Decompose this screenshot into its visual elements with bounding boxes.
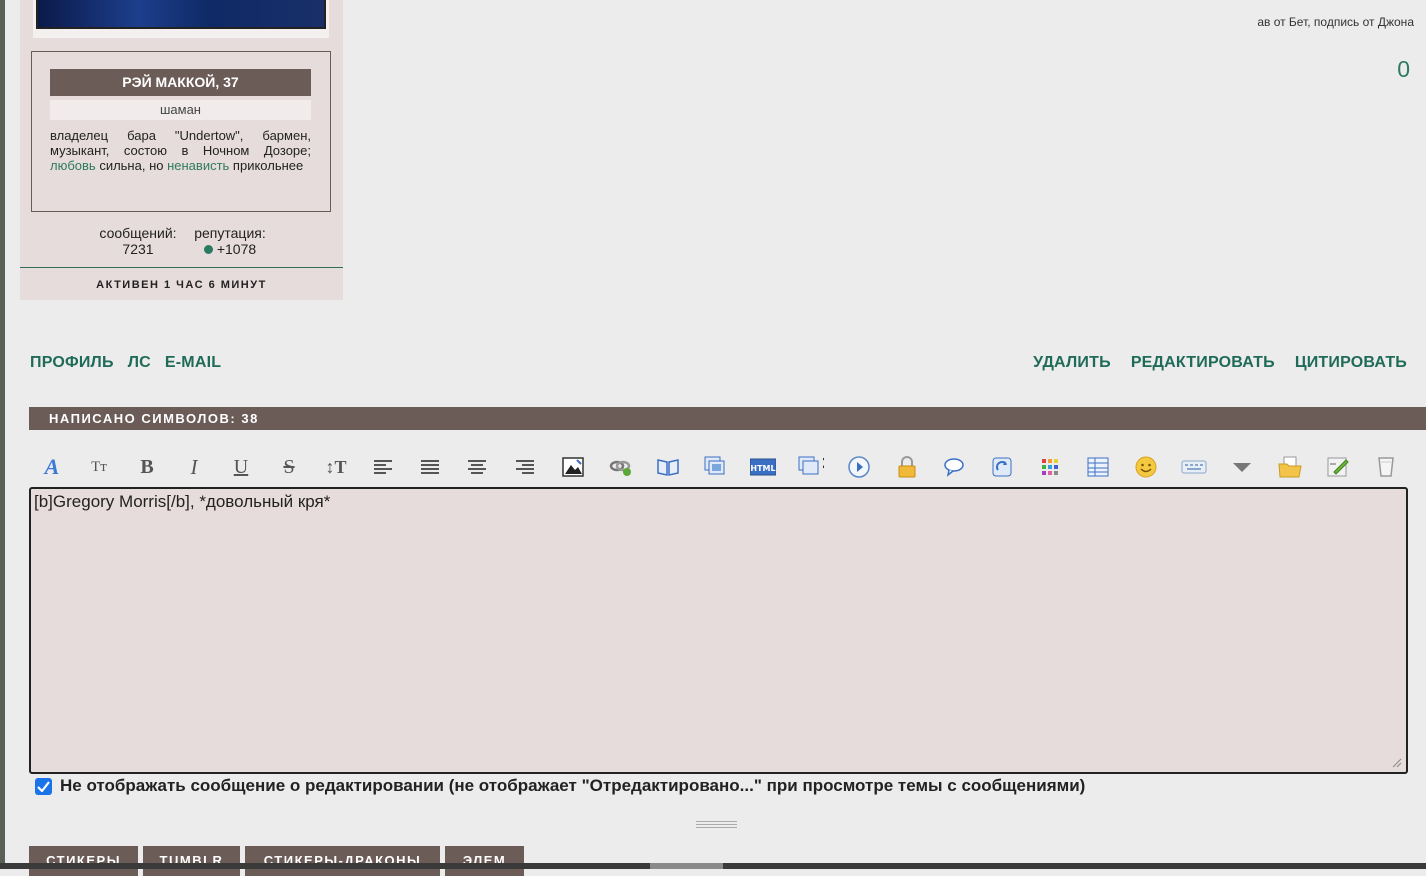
keyboard-icon[interactable] <box>1181 454 1207 480</box>
message-textarea[interactable]: [b]Gregory Morris[/b], *довольный кря* <box>29 487 1408 774</box>
tab-stickers[interactable]: СТИКЕРЫ <box>29 846 138 876</box>
align-left-icon[interactable] <box>371 454 397 480</box>
strikethrough-icon[interactable]: S <box>276 454 302 480</box>
scrollbar-thumb[interactable] <box>650 863 723 869</box>
edit-icon[interactable] <box>1325 454 1351 480</box>
avatar-frame <box>33 0 329 38</box>
lock-icon[interactable] <box>894 454 920 480</box>
glass-icon[interactable] <box>1373 454 1399 480</box>
reputation-dot-icon <box>203 245 213 254</box>
posts-label: сообщений: <box>99 225 177 241</box>
link-icon[interactable] <box>608 454 634 480</box>
tab-dragon-stickers[interactable]: СТИКЕРЫ-ДРАКОНЫ <box>245 846 440 876</box>
hide-edit-checkbox[interactable] <box>35 777 52 795</box>
align-justify-icon[interactable] <box>418 454 444 480</box>
folder-icon[interactable] <box>1277 454 1303 480</box>
desc-text: владелец бара "Undertow", бармен, музыка… <box>50 128 311 158</box>
post-links-left: ПРОФИЛЬ ЛС E-MAIL <box>30 354 235 372</box>
resize-grip-icon[interactable] <box>1392 758 1402 768</box>
profile-sidebar: РЭЙ МАККОЙ, 37 шаман владелец бара "Unde… <box>20 0 343 300</box>
copy-2-icon[interactable]: 2 <box>798 454 824 480</box>
left-border <box>0 0 5 869</box>
resize-splitter[interactable] <box>696 821 737 829</box>
font-color-icon[interactable]: A <box>39 454 65 480</box>
quote-link[interactable]: ЦИТИРОВАТЬ <box>1295 354 1407 371</box>
play-icon[interactable] <box>846 454 872 480</box>
smiley-icon[interactable] <box>1133 454 1159 480</box>
gallery-icon[interactable] <box>703 454 729 480</box>
reputation-value-wrap: +1078 <box>189 241 271 257</box>
profile-description: владелец бара "Undertow", бармен, музыка… <box>50 128 311 173</box>
profile-role: шаман <box>50 100 311 120</box>
dropdown-icon[interactable] <box>1229 454 1255 480</box>
profile-link[interactable]: ПРОФИЛЬ <box>30 354 114 371</box>
desc-text: сильна, но <box>95 158 168 173</box>
post-counter: 0 <box>1397 56 1410 82</box>
avatar <box>36 0 326 29</box>
desc-text: прикольнее <box>229 158 304 173</box>
font-size-icon[interactable]: Tт <box>86 454 112 480</box>
post-links-right: УДАЛИТЬ РЕДАКТИРОВАТЬ ЦИТИРОВАТЬ <box>1013 354 1407 372</box>
char-count-bar: НАПИСАНО СИМВОЛОВ: 38 <box>29 407 1426 430</box>
tab-elem[interactable]: ЭЛЕМ <box>445 846 524 876</box>
hide-edit-checkbox-label[interactable]: Не отображать сообщение о редактировании… <box>60 776 1085 796</box>
align-right-icon[interactable] <box>513 454 539 480</box>
bold-icon[interactable]: B <box>134 454 160 480</box>
speech-icon[interactable] <box>941 454 967 480</box>
posts-value: 7231 <box>122 241 154 257</box>
tab-tumblr[interactable]: TUMBLR <box>143 846 240 876</box>
char-count: НАПИСАНО СИМВОЛОВ: 38 <box>49 411 259 426</box>
reputation-value: +1078 <box>216 241 257 257</box>
delete-link[interactable]: УДАЛИТЬ <box>1033 354 1111 371</box>
checkmark-icon <box>37 780 50 792</box>
image-icon[interactable] <box>560 454 586 480</box>
text-direction-icon[interactable]: ↕T <box>323 454 349 480</box>
editor-toolbar: A Tт B I U S ↕T HTML 2 <box>29 452 1426 482</box>
reputation-label: репутация: <box>194 225 266 241</box>
html-icon[interactable]: HTML <box>750 454 776 480</box>
activity-bar: АКТИВЕН 1 ЧАС 6 МИНУТ <box>20 267 343 301</box>
svg-text:HTML: HTML <box>750 464 775 473</box>
refresh-icon[interactable] <box>989 454 1015 480</box>
posts-stat: сообщений: 7231 <box>95 225 181 257</box>
pm-link[interactable]: ЛС <box>128 354 151 371</box>
book-icon[interactable] <box>655 454 681 480</box>
edit-link[interactable]: РЕДАКТИРОВАТЬ <box>1131 354 1275 371</box>
profile-card: РЭЙ МАККОЙ, 37 шаман владелец бара "Unde… <box>31 51 331 212</box>
table-icon[interactable] <box>1085 454 1111 480</box>
profile-name: РЭЙ МАККОЙ, 37 <box>50 69 311 96</box>
activity-status: АКТИВЕН 1 ЧАС 6 МИНУТ <box>96 279 267 291</box>
horizontal-scrollbar[interactable] <box>0 863 1426 869</box>
email-link[interactable]: E-MAIL <box>165 354 221 371</box>
hide-edit-checkbox-row: Не отображать сообщение о редактировании… <box>35 776 1085 796</box>
svg-text:2: 2 <box>822 456 824 472</box>
color-grid-icon[interactable] <box>1037 454 1063 480</box>
align-center-icon[interactable] <box>465 454 491 480</box>
underline-icon[interactable]: U <box>228 454 254 480</box>
reputation-stat: репутация: +1078 <box>189 225 271 257</box>
signature-text: ав от Бет, подпись от Джона <box>1257 15 1414 29</box>
italic-icon[interactable]: I <box>181 454 207 480</box>
desc-link-hate[interactable]: ненависть <box>167 158 229 173</box>
desc-link-love[interactable]: любовь <box>50 158 96 173</box>
message-text: [b]Gregory Morris[/b], *довольный кря* <box>34 492 331 511</box>
